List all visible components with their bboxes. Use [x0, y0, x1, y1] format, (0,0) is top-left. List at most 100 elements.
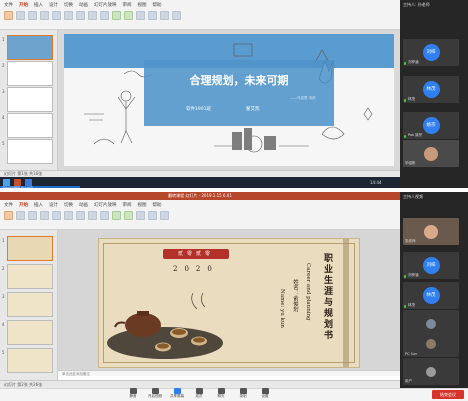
bold-icon[interactable] — [40, 11, 49, 20]
bottom-thumb-3[interactable]: 3 — [2, 292, 53, 317]
bottom-tab-transitions[interactable]: 切换 — [64, 202, 73, 208]
settings-button[interactable]: 设置 — [258, 388, 272, 399]
bottom-tab-home[interactable]: 开始 — [19, 202, 28, 208]
bold-icon[interactable] — [40, 211, 49, 220]
participant-tile[interactable]: PC Sun — [403, 330, 459, 357]
italic-icon[interactable] — [52, 211, 61, 220]
members-button[interactable]: 成员 — [192, 388, 206, 399]
record-button[interactable]: 录制 — [236, 388, 250, 399]
top-slide[interactable]: 合理规划，未来可期 软件1901班 翟艾凯 ——马克思·韦伯 — [64, 34, 394, 166]
tea-set-image — [107, 292, 223, 359]
participant-name: 林茂 — [408, 303, 415, 307]
chat-button[interactable]: 聊天 — [214, 388, 228, 399]
bottom-tab-help[interactable]: 帮助 — [153, 202, 162, 208]
participant-video-tile[interactable]: 毕绍彬 — [403, 140, 459, 167]
find-icon[interactable] — [148, 11, 157, 20]
top-tab-slideshow[interactable]: 幻灯片放映 — [94, 2, 117, 8]
paste-icon[interactable] — [4, 11, 13, 20]
bottom-tab-insert[interactable]: 插入 — [34, 202, 43, 208]
find-icon[interactable] — [148, 211, 157, 220]
participant-tile[interactable]: 姚宗 Pak 姚宗 — [403, 112, 459, 139]
layout-icon[interactable] — [28, 211, 37, 220]
windows-start-icon[interactable] — [3, 179, 10, 186]
bottom-thumb-1[interactable]: 1 — [2, 236, 53, 261]
top-thumb-2[interactable]: 2 — [2, 61, 53, 86]
bottom-tab-file[interactable]: 文件 — [4, 202, 13, 208]
italic-icon[interactable] — [52, 11, 61, 20]
quick-styles-icon[interactable] — [136, 11, 145, 20]
mic-icon — [404, 62, 406, 65]
end-meeting-button[interactable]: 结束会议 — [432, 390, 464, 399]
bottom-tab-design[interactable]: 设计 — [49, 202, 58, 208]
top-tab-insert[interactable]: 插入 — [34, 2, 43, 8]
bottom-statusbar: 幻灯片 第2张 共26张 — [0, 380, 400, 388]
participant-tile[interactable]: 林茂 林茂 — [403, 282, 459, 309]
font-color-icon[interactable] — [76, 211, 85, 220]
underline-icon[interactable] — [64, 211, 73, 220]
taskbar-app-icon[interactable] — [25, 179, 32, 186]
select-icon[interactable] — [172, 11, 181, 20]
top-thumb-4[interactable]: 4 — [2, 113, 53, 138]
slide-author: 翟艾凯 — [246, 107, 260, 112]
mute-button[interactable]: 静音 — [126, 388, 140, 399]
bottom-ribbon-tabs: 文件 开始 插入 设计 切换 动画 幻灯片放映 审阅 视图 帮助 — [0, 200, 400, 209]
new-slide-icon[interactable] — [16, 11, 25, 20]
top-tab-view[interactable]: 视图 — [138, 2, 147, 8]
top-thumb-1[interactable]: 1 — [2, 35, 53, 60]
new-slide-icon[interactable] — [16, 211, 25, 220]
font-color-icon[interactable] — [76, 11, 85, 20]
top-thumb-5[interactable]: 5 — [2, 139, 53, 164]
top-ribbon-tabs: 文件 开始 插入 设计 切换 动画 幻灯片放映 审阅 视图 帮助 — [0, 0, 400, 9]
top-tab-design[interactable]: 设计 — [49, 2, 58, 8]
top-tab-help[interactable]: 帮助 — [153, 2, 162, 8]
bottom-thumb-2[interactable]: 2 — [2, 264, 53, 289]
participant-name: 用户 — [405, 379, 412, 383]
participant-tile[interactable]: 刘梓 刘梓涵 — [403, 252, 459, 279]
arrange-icon[interactable] — [124, 211, 133, 220]
notes-pane[interactable]: 单击此处添加备注 — [58, 370, 400, 376]
bottom-slide[interactable]: 贰零贰零 2020 职业生涯与规划书 Career and planning 姓… — [98, 238, 360, 368]
participant-tile[interactable]: 林茂 林茂 — [403, 76, 459, 103]
participant-video-face — [424, 146, 438, 161]
top-thumb-3[interactable]: 3 — [2, 87, 53, 112]
align-center-icon[interactable] — [100, 211, 109, 220]
top-tab-review[interactable]: 审阅 — [123, 2, 132, 8]
paste-icon[interactable] — [4, 211, 13, 220]
underline-icon[interactable] — [64, 11, 73, 20]
participant-name: 刘梓涵 — [408, 60, 419, 64]
top-tab-transitions[interactable]: 切换 — [64, 2, 73, 8]
shapes-icon[interactable] — [112, 11, 121, 20]
layout-icon[interactable] — [28, 11, 37, 20]
bottom-tab-animations[interactable]: 动画 — [79, 202, 88, 208]
participant-name: Pak 姚宗 — [408, 133, 423, 137]
participant-name: PC Sun — [405, 352, 418, 356]
participant-tile[interactable]: 刘梓 刘梓涵 — [403, 39, 459, 66]
replace-icon[interactable] — [160, 11, 169, 20]
top-tab-animations[interactable]: 动画 — [79, 2, 88, 8]
bottom-screen: 翻转课程 幻灯片 - 2019.1.15 6.01 文件 开始 插入 设计 切换… — [0, 192, 400, 388]
taskbar-app-icon[interactable] — [14, 179, 21, 186]
quick-styles-icon[interactable] — [136, 211, 145, 220]
avatar: 林茂 — [422, 286, 440, 304]
share-screen-button[interactable]: 共享屏幕 — [170, 388, 184, 399]
participant-tile[interactable]: 用户 — [403, 358, 459, 385]
participant-photo — [426, 366, 436, 377]
top-tab-home[interactable]: 开始 — [19, 2, 28, 8]
bottom-tab-slideshow[interactable]: 幻灯片放映 — [94, 202, 117, 208]
replace-icon[interactable] — [160, 211, 169, 220]
align-left-icon[interactable] — [88, 211, 97, 220]
arrange-icon[interactable] — [124, 11, 133, 20]
bottom-thumb-4[interactable]: 4 — [2, 320, 53, 345]
bottom-tab-view[interactable]: 视图 — [138, 202, 147, 208]
align-center-icon[interactable] — [100, 11, 109, 20]
shapes-icon[interactable] — [112, 211, 121, 220]
slide-seal-text: 贰零贰零 — [177, 251, 214, 257]
avatar: 刘梓 — [422, 43, 440, 61]
participant-video-tile[interactable]: 张老师 — [403, 218, 459, 245]
slide-title-vertical: 职业生涯与规划书 — [322, 253, 332, 341]
align-left-icon[interactable] — [88, 11, 97, 20]
bottom-tab-review[interactable]: 审阅 — [123, 202, 132, 208]
bottom-thumb-5[interactable]: 5 — [2, 348, 53, 373]
video-button[interactable]: 开启视频 — [148, 388, 162, 399]
top-tab-file[interactable]: 文件 — [4, 2, 13, 8]
